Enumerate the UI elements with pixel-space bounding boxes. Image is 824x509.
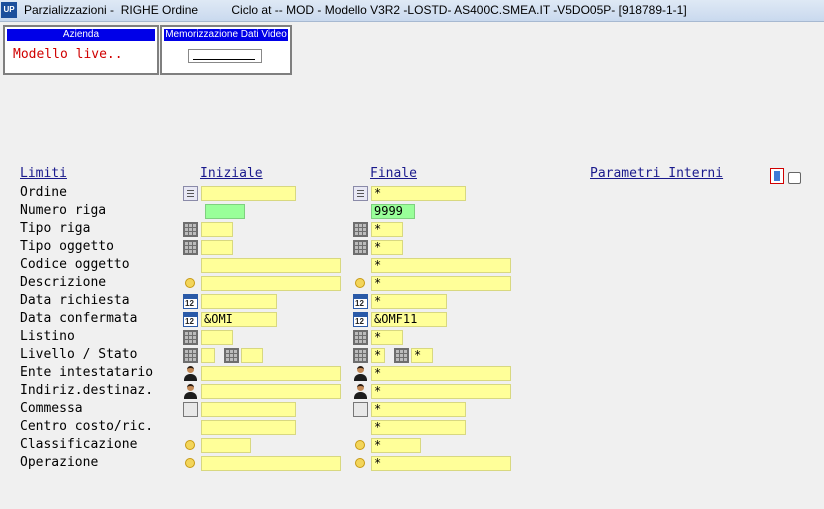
header-limiti[interactable]: Limiti	[20, 166, 67, 181]
field-iniziale-ordine[interactable]	[201, 186, 296, 201]
row-label-numero-riga: Numero riga	[20, 203, 107, 218]
table-grid-icon[interactable]	[394, 348, 409, 363]
field-finale-livello-stato[interactable]: *	[371, 348, 385, 363]
circle-icon[interactable]	[185, 440, 195, 450]
field-iniziale-centro-costo-ric[interactable]	[201, 420, 296, 435]
field-finale-classificazione[interactable]: *	[371, 438, 421, 453]
row-label-centro-costo-ric: Centro costo/ric.	[20, 419, 154, 434]
calendar-icon[interactable]	[183, 312, 198, 327]
field-finale-ordine[interactable]: *	[371, 186, 466, 201]
row-label-livello-stato: Livello / Stato	[20, 347, 138, 362]
table-grid-icon[interactable]	[353, 330, 368, 345]
document-list-icon[interactable]	[353, 186, 368, 201]
row-label-indiriz-destinaz: Indiriz.destinaz.	[20, 383, 154, 398]
circle-icon[interactable]	[185, 458, 195, 468]
title-bar: UP Parzializzazioni - RIGHE Ordine Ciclo…	[0, 0, 824, 22]
memorizzazione-header: Memorizzazione Dati Video	[164, 29, 288, 41]
row-label-tipo-riga: Tipo riga	[20, 221, 91, 236]
field-finale-numero-riga[interactable]: 9999	[371, 204, 415, 219]
field-iniziale-operazione[interactable]	[201, 456, 341, 471]
row-label-ente-intestatario: Ente intestatario	[20, 365, 154, 380]
table-grid-icon[interactable]	[353, 348, 368, 363]
app-logo-icon: UP	[1, 2, 17, 18]
field-finale-descrizione[interactable]: *	[371, 276, 511, 291]
memorizzazione-input[interactable]	[188, 49, 262, 63]
money-doc-icon[interactable]	[183, 402, 198, 417]
field-iniziale-data-richiesta[interactable]	[201, 294, 277, 309]
field-iniziale-data-confermata[interactable]: &OMI	[201, 312, 277, 327]
field-iniziale-livello-stato-2[interactable]	[241, 348, 263, 363]
calendar-icon[interactable]	[353, 312, 368, 327]
row-label-data-richiesta: Data richiesta	[20, 293, 130, 308]
table-grid-icon[interactable]	[183, 330, 198, 345]
person-icon[interactable]	[183, 384, 198, 399]
header-finale[interactable]: Finale	[370, 166, 417, 181]
field-iniziale-tipo-oggetto[interactable]	[201, 240, 233, 255]
azienda-value: Modello live..	[13, 47, 123, 62]
field-finale-livello-stato-2[interactable]: *	[411, 348, 433, 363]
azienda-header: Azienda	[7, 29, 155, 41]
field-finale-data-richiesta[interactable]: *	[371, 294, 447, 309]
field-iniziale-tipo-riga[interactable]	[201, 222, 233, 237]
field-finale-data-confermata[interactable]: &OMF11	[371, 312, 447, 327]
field-finale-tipo-riga[interactable]: *	[371, 222, 403, 237]
field-iniziale-descrizione[interactable]	[201, 276, 341, 291]
field-finale-operazione[interactable]: *	[371, 456, 511, 471]
parametri-interni-checkbox[interactable]	[788, 172, 801, 184]
row-label-codice-oggetto: Codice oggetto	[20, 257, 130, 272]
person-icon[interactable]	[183, 366, 198, 381]
field-finale-listino[interactable]: *	[371, 330, 403, 345]
row-label-operazione: Operazione	[20, 455, 99, 470]
field-iniziale-livello-stato[interactable]	[201, 348, 215, 363]
field-iniziale-ente-intestatario[interactable]	[201, 366, 341, 381]
table-grid-icon[interactable]	[353, 222, 368, 237]
row-label-classificazione: Classificazione	[20, 437, 138, 452]
field-iniziale-classificazione[interactable]	[201, 438, 251, 453]
header-parametri-interni[interactable]: Parametri Interni	[590, 166, 723, 181]
dollar-icon[interactable]	[353, 420, 368, 435]
memorizzazione-panel: Memorizzazione Dati Video	[160, 25, 292, 75]
circle-icon[interactable]	[355, 278, 365, 288]
calendar-icon[interactable]	[353, 294, 368, 309]
field-finale-commessa[interactable]: *	[371, 402, 466, 417]
row-label-tipo-oggetto: Tipo oggetto	[20, 239, 114, 254]
field-iniziale-codice-oggetto[interactable]	[201, 258, 341, 273]
field-iniziale-indiriz-destinaz[interactable]	[201, 384, 341, 399]
table-grid-icon[interactable]	[183, 348, 198, 363]
field-finale-tipo-oggetto[interactable]: *	[371, 240, 403, 255]
row-label-ordine: Ordine	[20, 185, 67, 200]
table-grid-icon[interactable]	[224, 348, 239, 363]
row-label-descrizione: Descrizione	[20, 275, 107, 290]
person-icon[interactable]	[353, 384, 368, 399]
azienda-panel: Azienda Modello live..	[3, 25, 159, 75]
calendar-icon[interactable]	[183, 294, 198, 309]
circle-icon[interactable]	[355, 458, 365, 468]
table-grid-icon[interactable]	[353, 240, 368, 255]
table-grid-icon[interactable]	[183, 222, 198, 237]
table-grid-icon[interactable]	[183, 240, 198, 255]
circle-icon[interactable]	[355, 440, 365, 450]
circle-icon[interactable]	[185, 278, 195, 288]
parametri-interni-button[interactable]	[770, 168, 784, 184]
window-title: Parzializzazioni - RIGHE Ordine Ciclo at…	[24, 3, 687, 17]
field-finale-centro-costo-ric[interactable]: *	[371, 420, 466, 435]
row-label-listino: Listino	[20, 329, 75, 344]
field-iniziale-numero-riga[interactable]	[205, 204, 245, 219]
header-iniziale[interactable]: Iniziale	[200, 166, 263, 181]
field-finale-ente-intestatario[interactable]: *	[371, 366, 511, 381]
row-label-commessa: Commessa	[20, 401, 83, 416]
row-label-data-confermata: Data confermata	[20, 311, 138, 326]
document-list-icon[interactable]	[183, 186, 198, 201]
dollar-icon[interactable]	[183, 420, 198, 435]
field-finale-codice-oggetto[interactable]: *	[371, 258, 511, 273]
money-doc-icon[interactable]	[353, 402, 368, 417]
field-finale-indiriz-destinaz[interactable]: *	[371, 384, 511, 399]
person-icon[interactable]	[353, 366, 368, 381]
field-iniziale-commessa[interactable]	[201, 402, 296, 417]
field-iniziale-listino[interactable]	[201, 330, 233, 345]
